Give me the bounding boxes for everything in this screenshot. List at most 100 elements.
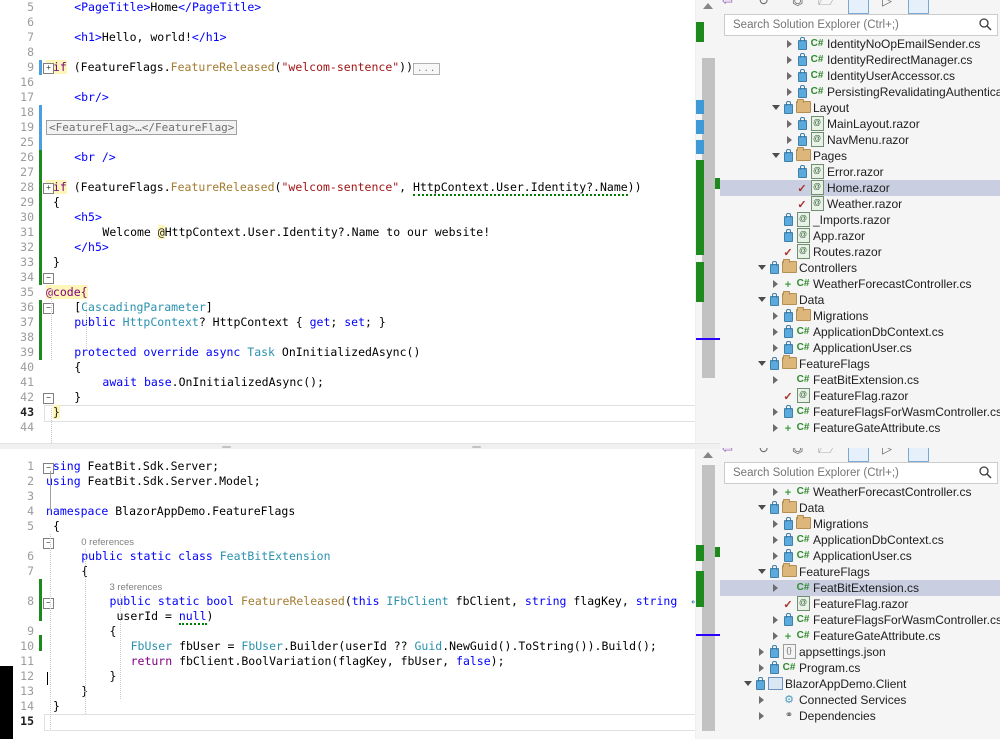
- code-line[interactable]: 12}: [0, 669, 720, 684]
- code-line[interactable]: 18: [0, 105, 720, 120]
- code-line[interactable]: 32 </h5>: [0, 240, 720, 255]
- tree-item-featureflag-razor[interactable]: ✓ @ FeatureFlag.razor: [720, 596, 1000, 612]
- solution-explorer-toolbar-bottom[interactable]: ⇦ ↻ ⏣ 🗁 ▷: [720, 448, 1000, 462]
- expand-arrow-icon[interactable]: [770, 548, 781, 564]
- properties-toggle-box[interactable]: [848, 0, 869, 14]
- collapse-region-icon[interactable]: −: [43, 273, 54, 284]
- code-text[interactable]: await base.OnInitializedAsync();: [102, 375, 324, 390]
- collapse-arrow-icon[interactable]: [756, 260, 767, 276]
- code-line[interactable]: 19 <FeatureFlag>…</FeatureFlag>: [0, 120, 720, 135]
- code-text[interactable]: }: [74, 390, 81, 405]
- expand-arrow-icon[interactable]: [784, 36, 795, 52]
- tree-item-imports-razor[interactable]: @ _Imports.razor: [720, 212, 1000, 228]
- code-line[interactable]: 3 references: [0, 579, 720, 594]
- code-text[interactable]: Welcome @HttpContext.User.Identity?.Name…: [102, 225, 490, 240]
- show-all-files-icon[interactable]: 🗁: [818, 0, 834, 8]
- code-text[interactable]: FbUser fbUser = FbUser.Builder(userId ??…: [131, 639, 657, 654]
- collapse-all-icon[interactable]: ⏣: [792, 0, 803, 8]
- expand-arrow-icon[interactable]: [784, 116, 795, 132]
- expand-arrow-icon[interactable]: [756, 644, 767, 660]
- expand-arrow-icon[interactable]: [770, 340, 781, 356]
- code-text[interactable]: [CascadingParameter]: [74, 300, 213, 315]
- search-solution-explorer-bottom[interactable]: [724, 462, 998, 484]
- tree-item-identityredirectmanager-cs[interactable]: C# IdentityRedirectManager.cs: [720, 52, 1000, 68]
- code-line[interactable]: 36 [CascadingParameter]: [0, 300, 720, 315]
- code-text[interactable]: <FeatureFlag>…</FeatureFlag>: [46, 120, 238, 135]
- tree-item-featureflagsforwasmcontroller-cs[interactable]: C# FeatureFlagsForWasmController.cs: [720, 404, 1000, 420]
- code-text[interactable]: }: [53, 255, 60, 270]
- code-line[interactable]: 9{: [0, 624, 720, 639]
- code-editor-home-razor[interactable]: 5 <PageTitle>Home</PageTitle> 6 7 <h1>Hello,…: [0, 0, 720, 443]
- expand-arrow-icon[interactable]: [770, 580, 781, 596]
- collapse-arrow-icon[interactable]: [742, 676, 753, 692]
- code-line[interactable]: 7 <h1>Hello, world!</h1>: [0, 30, 720, 45]
- code-line[interactable]: 11 return fbClient.BoolVariation(flagKey,…: [0, 654, 720, 669]
- tree-item-applicationuser-cs[interactable]: C# ApplicationUser.cs: [720, 548, 1000, 564]
- code-text[interactable]: <h5>: [74, 210, 102, 225]
- code-editor-featbitextension-cs[interactable]: 1 using FeatBit.Sdk.Server; 2 using FeatBit…: [0, 449, 720, 739]
- code-text[interactable]: {: [53, 195, 60, 210]
- collapse-arrow-icon[interactable]: [756, 356, 767, 372]
- code-line[interactable]: 44: [0, 420, 720, 435]
- code-line[interactable]: 43}: [0, 405, 720, 422]
- expand-arrow-icon[interactable]: [770, 484, 781, 500]
- code-line[interactable]: 34: [0, 270, 720, 285]
- code-text[interactable]: public HttpContext? HttpContext { get; s…: [74, 315, 386, 330]
- view-toggle-box[interactable]: [908, 448, 929, 462]
- tree-item-featuregateattribute-cs[interactable]: + C# FeatureGateAttribute.cs: [720, 628, 1000, 644]
- code-line[interactable]: 29 {: [0, 195, 720, 210]
- code-line[interactable]: 41 await base.OnInitializedAsync();: [0, 375, 720, 390]
- code-lines-top[interactable]: 5 <PageTitle>Home</PageTitle> 6 7 <h1>Hello,…: [0, 0, 720, 443]
- tree-item-weatherforecastcontroller-cs[interactable]: + C# WeatherForecastController.cs: [720, 484, 1000, 500]
- view-toggle-box[interactable]: [908, 0, 929, 14]
- code-line[interactable]: 30 <h5>: [0, 210, 720, 225]
- tree-item-data[interactable]: Data: [720, 291, 1000, 308]
- tree-item-identitynoopemailsender-cs[interactable]: C# IdentityNoOpEmailSender.cs: [720, 36, 1000, 52]
- tree-item-migrations[interactable]: Migrations: [720, 307, 1000, 324]
- tree-item-persistingrevalidatingauthenticatic[interactable]: C# PersistingRevalidatingAuthenticatic: [720, 84, 1000, 100]
- expand-arrow-icon[interactable]: [770, 324, 781, 340]
- collapse-arrow-icon[interactable]: [770, 148, 781, 164]
- scroll-up-arrow-icon[interactable]: [703, 452, 713, 458]
- codelens-references[interactable]: 0 references: [81, 537, 134, 548]
- code-text[interactable]: 3 references: [109, 579, 162, 595]
- expand-arrow-icon[interactable]: [756, 660, 767, 676]
- collapse-region-icon[interactable]: −: [43, 463, 54, 474]
- tree-item-weatherforecastcontroller-cs[interactable]: + C# WeatherForecastController.cs: [720, 276, 1000, 292]
- code-text[interactable]: namespace BlazorAppDemo.FeatureFlags: [46, 504, 295, 519]
- refresh-icon[interactable]: ↻: [758, 448, 769, 456]
- solution-explorer-toolbar-top[interactable]: ⇦ ↻ ⏣ 🗁 ▷: [720, 0, 1000, 14]
- tree-item-featbitextension-cs[interactable]: C# FeatBitExtension.cs: [720, 580, 1000, 596]
- collapsed-ellipsis[interactable]: ...: [413, 63, 441, 75]
- code-text[interactable]: </h5>: [74, 240, 109, 255]
- tree-item-navmenu-razor[interactable]: @ NavMenu.razor: [720, 132, 1000, 148]
- code-text[interactable]: <PageTitle>Home</PageTitle>: [74, 0, 261, 15]
- code-text[interactable]: using FeatBit.Sdk.Server;: [46, 459, 219, 474]
- code-line[interactable]: 38: [0, 330, 720, 345]
- tree-item-layout[interactable]: Layout: [720, 99, 1000, 116]
- tree-item-home-razor[interactable]: ✓ @ Home.razor: [720, 180, 1000, 196]
- code-line[interactable]: 6: [0, 15, 720, 30]
- code-line[interactable]: 5 <PageTitle>Home</PageTitle>: [0, 0, 720, 15]
- code-text[interactable]: {: [109, 624, 116, 639]
- code-text[interactable]: {: [53, 519, 60, 534]
- preview-selected-icon[interactable]: ▷: [882, 0, 892, 8]
- collapse-region-icon[interactable]: −: [43, 598, 54, 609]
- search-input[interactable]: [731, 463, 965, 483]
- code-line[interactable]: 13}: [0, 684, 720, 699]
- tree-item-identityuseraccessor-cs[interactable]: C# IdentityUserAccessor.cs: [720, 68, 1000, 84]
- expand-arrow-icon[interactable]: [770, 516, 781, 532]
- tree-item-appsettings-json[interactable]: {} appsettings.json: [720, 644, 1000, 660]
- scroll-up-arrow-icon[interactable]: [703, 3, 713, 9]
- code-text[interactable]: <h1>Hello, world!</h1>: [74, 30, 226, 45]
- code-line[interactable]: 16: [0, 75, 720, 90]
- refresh-icon[interactable]: ↻: [758, 0, 769, 8]
- code-lines-bottom[interactable]: 1 using FeatBit.Sdk.Server; 2 using FeatBit…: [0, 449, 720, 739]
- code-line[interactable]: 7{: [0, 564, 720, 579]
- search-input[interactable]: [731, 15, 965, 35]
- code-line[interactable]: 39 protected override async Task OnInitia…: [0, 345, 720, 360]
- tree-item-dependencies[interactable]: ⚭ Dependencies: [720, 708, 1000, 724]
- code-text[interactable]: 0 references: [81, 534, 134, 550]
- code-line[interactable]: 8 public static bool FeatureReleased(this…: [0, 594, 720, 609]
- tree-item-weather-razor[interactable]: ✓ @ Weather.razor: [720, 196, 1000, 212]
